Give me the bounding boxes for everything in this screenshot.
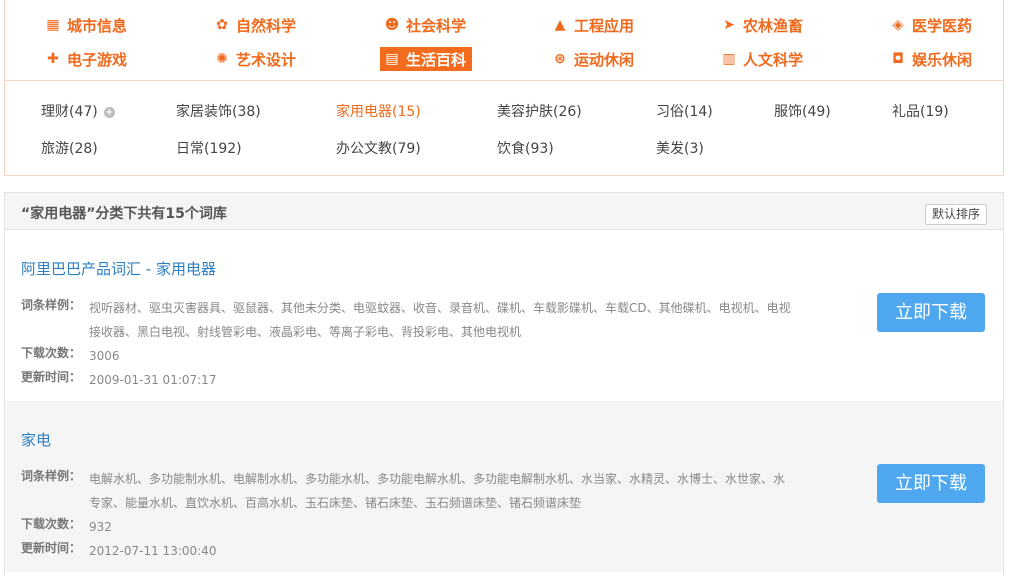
dictionary-title-link[interactable]: 家电 bbox=[21, 429, 51, 450]
category-label: 艺术设计 bbox=[236, 50, 297, 69]
downloads-label: 下载次数： bbox=[21, 346, 82, 360]
subcategory-beauty[interactable]: 美容护肤(26) bbox=[497, 101, 582, 121]
downloads-label: 下载次数： bbox=[21, 517, 82, 531]
category-label: 社会科学 bbox=[406, 16, 467, 35]
category-panel: ▦ 城市信息 ✿ 自然科学 ☻ 社会科学 ▲ 工程应用 ➤ 农林渔畜 ◈ 医学医药 ✚ 电子游… bbox=[4, 0, 1004, 176]
category-natural-science[interactable]: ✿ 自然科学 bbox=[214, 13, 296, 37]
fish-icon: ➤ bbox=[723, 17, 735, 33]
updated-label: 更新时间： bbox=[21, 370, 82, 384]
list-item: 家电 词条样例： 电解水机、多功能制水机、电解制水机、多功能水机、多功能电解水机… bbox=[5, 401, 1003, 572]
updated-row: 更新时间： 2012-07-11 13:00:40 bbox=[21, 539, 801, 563]
expand-plus-icon[interactable]: + bbox=[103, 107, 115, 118]
category-label: 自然科学 bbox=[236, 16, 297, 35]
examples-value-line1: 视听器材、驱虫灭害器具、驱鼠器、其他未分类、电驱蚊器、收音、录音机、碟机、车载影… bbox=[89, 301, 791, 315]
main-category-nav: ▦ 城市信息 ✿ 自然科学 ☻ 社会科学 ▲ 工程应用 ➤ 农林渔畜 ◈ 医学医药 ✚ 电子游… bbox=[5, 0, 1003, 81]
downloads-value: 932 bbox=[89, 520, 112, 534]
gamepad-icon: ✚ bbox=[47, 51, 59, 67]
updated-label: 更新时间： bbox=[21, 541, 82, 555]
subcategory-home-appliances[interactable]: 家用电器(15) bbox=[336, 101, 421, 121]
dictionary-list: “家用电器”分类下共有15个词库 默认排序 阿里巴巴产品词汇 - 家用电器 词条… bbox=[4, 192, 1004, 576]
category-city-info[interactable]: ▦ 城市信息 bbox=[45, 13, 127, 37]
category-video-games[interactable]: ✚ 电子游戏 bbox=[45, 47, 127, 71]
category-label: 医学医药 bbox=[912, 16, 973, 35]
list-title: “家用电器”分类下共有15个词库 bbox=[21, 206, 227, 222]
category-label: 城市信息 bbox=[67, 16, 128, 35]
subcategory-travel[interactable]: 旅游(28) bbox=[41, 138, 98, 158]
ball-icon: ⊛ bbox=[554, 51, 566, 67]
category-humanities[interactable]: ▥ 人文科学 bbox=[721, 47, 803, 71]
examples-label: 词条样例： bbox=[21, 469, 82, 483]
category-art-design[interactable]: ✺ 艺术设计 bbox=[214, 47, 296, 71]
category-engineering[interactable]: ▲ 工程应用 bbox=[552, 13, 634, 37]
download-button[interactable]: 立即下载 bbox=[877, 464, 985, 503]
list-item: 阿里巴巴产品词汇 - 家用电器 词条样例： 视听器材、驱虫灭害器具、驱鼠器、其他… bbox=[5, 230, 1003, 401]
category-entertainment[interactable]: ◘ 娱乐休闲 bbox=[890, 47, 972, 71]
rocket-icon: ▲ bbox=[554, 17, 566, 33]
updated-value: 2009-01-31 01:07:17 bbox=[89, 373, 217, 387]
subcategory-customs[interactable]: 习俗(14) bbox=[656, 101, 713, 121]
downloads-row: 下载次数： 3006 bbox=[21, 344, 801, 368]
cup-icon: ◘ bbox=[892, 51, 904, 67]
examples-value-line1: 电解水机、多功能制水机、电解制水机、多功能水机、多功能电解水机、多功能电解制水机… bbox=[89, 472, 786, 486]
examples-value-line2: 接收器、黑白电视、射线管彩电、液晶彩电、等离子彩电、背投彩电、其他电视机 bbox=[89, 325, 522, 339]
building-icon: ▦ bbox=[46, 17, 60, 33]
category-label: 生活百科 bbox=[406, 50, 467, 69]
people-icon: ☻ bbox=[384, 17, 400, 33]
category-label: 人文科学 bbox=[743, 50, 804, 69]
subcategory-finance[interactable]: 理财(47) + bbox=[41, 101, 115, 121]
dictionary-title-link[interactable]: 阿里巴巴产品词汇 - 家用电器 bbox=[21, 258, 216, 279]
examples-label: 词条样例： bbox=[21, 298, 82, 312]
category-social-science[interactable]: ☻ 社会科学 bbox=[384, 13, 466, 37]
category-agriculture[interactable]: ➤ 农林渔畜 bbox=[721, 13, 803, 37]
download-button[interactable]: 立即下载 bbox=[877, 293, 985, 332]
category-sports-leisure[interactable]: ⊛ 运动休闲 bbox=[552, 47, 634, 71]
downloads-value: 3006 bbox=[89, 349, 120, 363]
palette-icon: ✺ bbox=[216, 51, 228, 67]
updated-value: 2012-07-11 13:00:40 bbox=[89, 544, 217, 558]
examples-value-line2: 专家、能量水机、直饮水机、百高水机、玉石床垫、锗石床垫、玉石频谱床垫、锗石频谱床… bbox=[89, 496, 582, 510]
category-label: 农林渔畜 bbox=[743, 16, 804, 35]
examples-row: 词条样例： 电解水机、多功能制水机、电解制水机、多功能水机、多功能电解水机、多功… bbox=[21, 467, 801, 515]
leaf-icon: ✿ bbox=[216, 17, 228, 33]
subcategory-food[interactable]: 饮食(93) bbox=[497, 138, 554, 158]
category-label: 运动休闲 bbox=[574, 50, 635, 69]
book-icon: ▥ bbox=[722, 51, 736, 67]
downloads-row: 下载次数： 932 bbox=[21, 515, 801, 539]
category-label: 电子游戏 bbox=[67, 50, 128, 69]
examples-row: 词条样例： 视听器材、驱虫灭害器具、驱鼠器、其他未分类、电驱蚊器、收音、录音机、… bbox=[21, 296, 801, 344]
category-medicine[interactable]: ◈ 医学医药 bbox=[890, 13, 972, 37]
sort-button[interactable]: 默认排序 bbox=[924, 204, 987, 225]
category-label: 工程应用 bbox=[574, 16, 635, 35]
subcategory-gifts[interactable]: 礼品(19) bbox=[892, 101, 949, 121]
subcategory-daily[interactable]: 日常(192) bbox=[176, 138, 242, 158]
category-life-encyclopedia[interactable]: ▤ 生活百科 bbox=[380, 47, 473, 71]
updated-row: 更新时间： 2009-01-31 01:07:17 bbox=[21, 368, 801, 392]
pill-icon: ◈ bbox=[892, 17, 904, 33]
subcategory-label: 理财(47) bbox=[41, 104, 98, 120]
subcategory-office-education[interactable]: 办公文教(79) bbox=[336, 138, 421, 158]
list-header: “家用电器”分类下共有15个词库 默认排序 bbox=[5, 193, 1003, 230]
basket-icon: ▤ bbox=[385, 51, 399, 67]
subcategory-home-decor[interactable]: 家居装饰(38) bbox=[176, 101, 261, 121]
subcategory-clothing[interactable]: 服饰(49) bbox=[774, 101, 831, 121]
category-label: 娱乐休闲 bbox=[912, 50, 973, 69]
subcategory-hair[interactable]: 美发(3) bbox=[656, 138, 704, 158]
